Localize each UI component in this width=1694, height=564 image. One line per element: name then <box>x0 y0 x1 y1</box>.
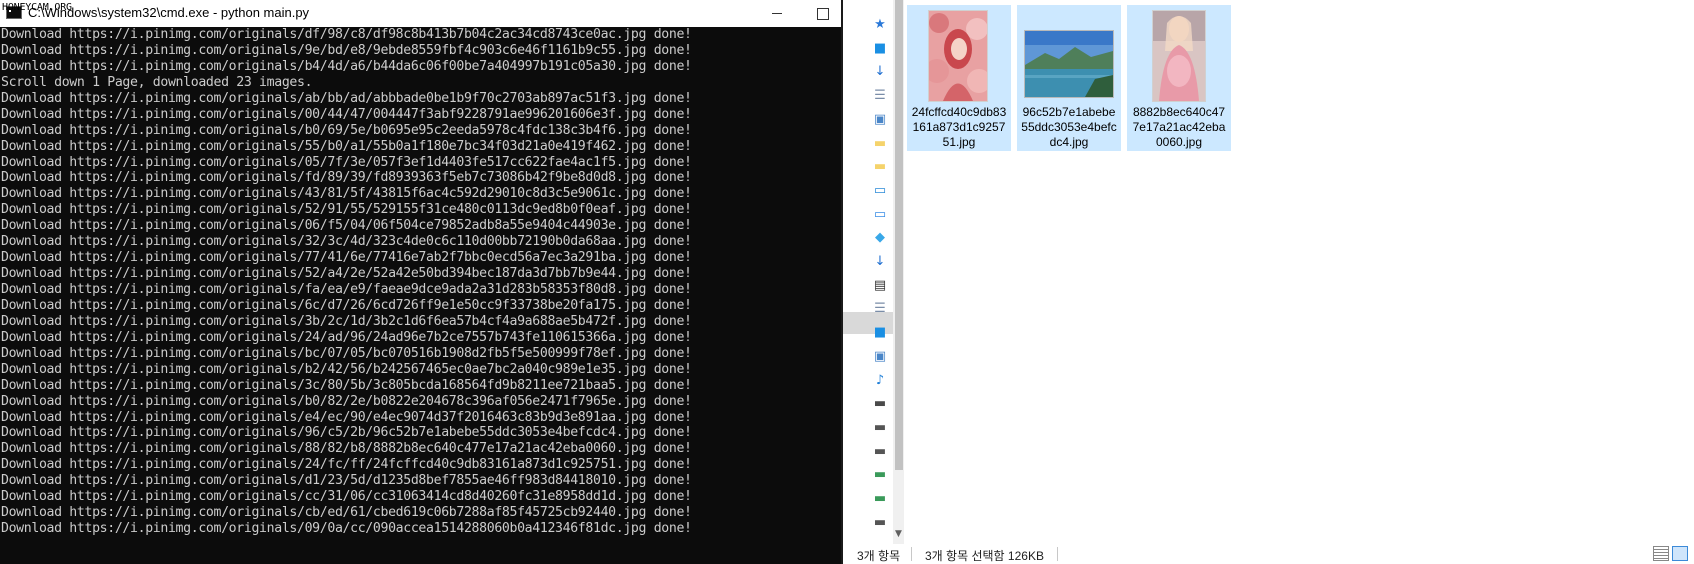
item-count-text: 3개 항목 <box>857 549 901 563</box>
network-drive-icon[interactable]: ▬ <box>873 492 887 506</box>
console-line: Download https://i.pinimg.com/originals/… <box>1 186 692 202</box>
console-line: Download https://i.pinimg.com/originals/… <box>1 27 692 42</box>
console-line: Download https://i.pinimg.com/originals/… <box>1 489 692 505</box>
folder-icon[interactable]: ▬ <box>873 136 887 151</box>
console-line: Download https://i.pinimg.com/originals/… <box>1 409 692 425</box>
document-icon[interactable]: ☰ <box>873 302 887 316</box>
cube-icon[interactable]: ◆ <box>873 231 887 245</box>
scroll-down-arrow-icon[interactable]: ▼ <box>893 528 904 540</box>
minimize-button[interactable] <box>754 0 800 27</box>
music-icon[interactable]: ♪ <box>873 373 887 388</box>
maximize-button[interactable] <box>800 0 846 27</box>
console-line: Download https://i.pinimg.com/originals/… <box>1 425 692 441</box>
nav-scrollbar[interactable]: ▼ <box>893 0 904 544</box>
console-line: Download https://i.pinimg.com/originals/… <box>1 122 692 138</box>
console-line: Scroll down 1 Page, downloaded 23 images… <box>1 74 313 90</box>
console-line: Download https://i.pinimg.com/originals/… <box>1 473 692 489</box>
status-bar: 3개 항목 3개 항목 선택함 126KB <box>843 544 1694 564</box>
maximize-icon <box>817 8 829 20</box>
monitor-icon[interactable]: ▭ <box>873 183 887 198</box>
drive-icon[interactable]: ▬ <box>873 420 887 435</box>
console-line: Download https://i.pinimg.com/originals/… <box>1 377 692 393</box>
desktop-icon[interactable]: ■ <box>873 41 887 56</box>
file-list-area[interactable]: 24fcffcd40c9db83161a873d1c925751.jpg 96c… <box>905 0 1694 544</box>
pc-icon[interactable]: ▭ <box>873 207 887 222</box>
video-icon[interactable]: ▤ <box>873 278 887 293</box>
console-line: Download https://i.pinimg.com/originals/… <box>1 234 692 250</box>
file-name: 96c52b7e1abebe55ddc3053e4befcdc4.jpg <box>1021 105 1117 149</box>
file-name: 8882b8ec640c477e17a21ac42eba0060.jpg <box>1132 105 1226 149</box>
console-line: Download https://i.pinimg.com/originals/… <box>1 329 692 345</box>
console-line: Download https://i.pinimg.com/originals/… <box>1 441 692 457</box>
console-line: Download https://i.pinimg.com/originals/… <box>1 505 692 521</box>
console-line: Download https://i.pinimg.com/originals/… <box>1 313 692 329</box>
console-line: Download https://i.pinimg.com/originals/… <box>1 90 692 106</box>
minimize-icon <box>772 13 782 14</box>
console-line: Download https://i.pinimg.com/originals/… <box>1 457 692 473</box>
windows-drive-icon[interactable]: ▬ <box>873 397 887 411</box>
file-item[interactable]: 96c52b7e1abebe55ddc3053e4befcdc4.jpg <box>1017 5 1121 151</box>
console-line: Download https://i.pinimg.com/originals/… <box>1 202 692 218</box>
document-icon[interactable]: ☰ <box>873 89 887 103</box>
folder-icon[interactable]: ▬ <box>873 160 887 174</box>
explorer-window: ★ ■ ↓ ☰ ▣ ▬ ▬ ▭ ▭ ◆ ↓ ▤ ☰ ■ ▣ ♪ ▬ ▬ ▬ ▬ ▬ ▬ ▼ 24fcffcd40c9db8… <box>843 0 1694 564</box>
picture-icon[interactable]: ▣ <box>873 112 887 127</box>
console-line: Download https://i.pinimg.com/originals/… <box>1 138 692 154</box>
console-line: Download https://i.pinimg.com/originals/… <box>1 297 692 313</box>
drive-icon[interactable]: ▬ <box>873 444 887 459</box>
console-line: Download https://i.pinimg.com/originals/… <box>1 218 692 234</box>
file-thumbnail-pink-figure <box>1152 10 1206 102</box>
console-line: Download https://i.pinimg.com/originals/… <box>1 521 692 537</box>
file-thumbnail-landscape <box>1024 30 1114 98</box>
large-icons-view-icon[interactable] <box>1672 546 1688 561</box>
network-drive-icon[interactable]: ▬ <box>873 468 887 482</box>
details-view-icon[interactable] <box>1653 546 1669 561</box>
console-line: Download https://i.pinimg.com/originals/… <box>1 282 692 297</box>
status-separator <box>1057 547 1058 561</box>
drive-icon[interactable]: ▬ <box>873 515 887 530</box>
console-line: Download https://i.pinimg.com/originals/… <box>1 170 692 186</box>
status-separator <box>911 547 912 561</box>
pin-icon[interactable]: ★ <box>873 18 887 32</box>
file-name: 24fcffcd40c9db83161a873d1c925751.jpg <box>911 105 1007 149</box>
picture-icon[interactable]: ▣ <box>873 349 887 364</box>
cmd-window: C:\Windows\system32\cmd.exe - python mai… <box>0 0 841 564</box>
console-line: Download https://i.pinimg.com/originals/… <box>1 250 692 266</box>
console-line: Download https://i.pinimg.com/originals/… <box>1 361 692 377</box>
file-item[interactable]: 8882b8ec640c477e17a21ac42eba0060.jpg <box>1127 5 1231 151</box>
download-icon[interactable]: ↓ <box>873 255 887 269</box>
console-line: Download https://i.pinimg.com/originals/… <box>1 345 692 361</box>
file-thumbnail-pink-portrait <box>928 10 988 102</box>
desktop-icon[interactable]: ■ <box>873 326 887 340</box>
cmd-titlebar[interactable]: C:\Windows\system32\cmd.exe - python mai… <box>0 0 841 27</box>
console-line: Download https://i.pinimg.com/originals/… <box>1 106 692 122</box>
console-line: Download https://i.pinimg.com/originals/… <box>1 266 692 282</box>
console-output[interactable]: Download https://i.pinimg.com/originals/… <box>0 27 841 564</box>
console-line: Download https://i.pinimg.com/originals/… <box>1 154 692 170</box>
selection-info-text: 3개 항목 선택함 126KB <box>925 549 1044 563</box>
console-line: Download https://i.pinimg.com/originals/… <box>1 42 692 58</box>
console-line: Download https://i.pinimg.com/originals/… <box>1 393 692 409</box>
nav-scrollbar-thumb[interactable] <box>895 0 903 470</box>
console-line: Download https://i.pinimg.com/originals/… <box>1 58 692 74</box>
watermark-logo: HONEYCAM.ORG <box>2 2 72 13</box>
download-icon[interactable]: ↓ <box>873 65 887 79</box>
file-item[interactable]: 24fcffcd40c9db83161a873d1c925751.jpg <box>907 5 1011 151</box>
